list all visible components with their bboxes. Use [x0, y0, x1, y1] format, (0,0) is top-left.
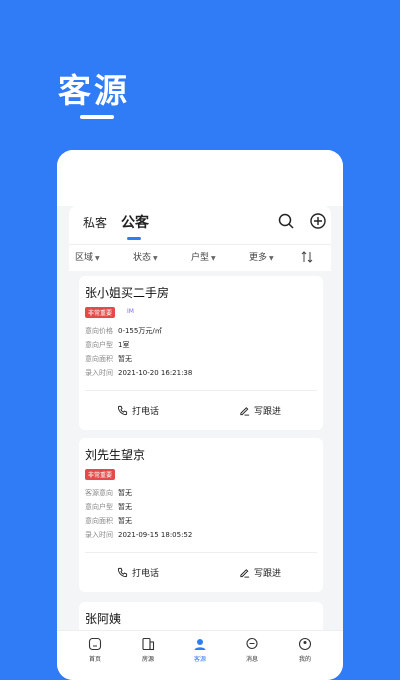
edit-icon: [240, 569, 250, 578]
user-icon: [194, 639, 206, 650]
row-label: 客源意向: [85, 489, 113, 497]
chevron-down-icon: ▼: [211, 255, 216, 262]
chat-icon: [246, 637, 258, 650]
chevron-down-icon: ▼: [95, 255, 100, 262]
row-value: 暂无: [118, 489, 132, 497]
card-row: 录入时间 2021-09-15 18:05:52: [85, 530, 192, 540]
tabbar-home[interactable]: 首页: [75, 637, 115, 663]
tabbar-customers[interactable]: 客源: [180, 637, 220, 663]
priority-tag: 非常重要: [85, 469, 116, 480]
row-label: 意向面积: [85, 355, 113, 363]
tab-indicator: [127, 237, 141, 240]
tab-private[interactable]: 私客: [83, 214, 107, 231]
customer-card[interactable]: 刘先生望京 非常重要 客源意向 暂无 意向户型 暂无 意向面积 暂无 录入时间 2021…: [79, 438, 323, 592]
card-divider: [85, 552, 317, 553]
row-label: 意向户型: [85, 503, 113, 511]
follow-up-button-label: 写跟进: [254, 569, 282, 579]
card-title: 刘先生望京: [85, 448, 146, 462]
card-row: 意向面积 暂无: [85, 516, 132, 526]
filter-area-label: 区域: [75, 253, 94, 263]
profile-icon: [298, 637, 312, 651]
tabbar-messages[interactable]: 消息: [232, 637, 272, 663]
call-button[interactable]: 打电话: [117, 404, 159, 417]
follow-up-button-label: 写跟进: [254, 407, 282, 417]
row-label: 意向户型: [85, 341, 113, 349]
tabbar-profile[interactable]: 我的: [285, 637, 325, 663]
search-icon[interactable]: [277, 212, 295, 230]
home-icon: [88, 637, 102, 651]
phone-icon: [117, 405, 128, 416]
call-button-label: 打电话: [132, 407, 160, 417]
card-title: 张阿姨: [85, 612, 122, 626]
filter-bar: 区域 ▼ 状态 ▼ 户型 ▼ 更多 ▼: [69, 244, 331, 271]
filter-status-label: 状态: [133, 253, 152, 263]
phone-icon: [117, 567, 128, 578]
call-button[interactable]: 打电话: [117, 566, 159, 579]
header: 私客 公客: [69, 206, 331, 244]
phone-frame: 私客 公客 区域 ▼ 状态 ▼ 户型 ▼ 更多 ▼ 张小姐买二手房 非常重要 IM 意向…: [57, 150, 343, 680]
card-title: 张小姐买二手房: [85, 286, 170, 300]
tabbar-home-label: 首页: [88, 656, 101, 663]
chevron-down-icon: ▼: [269, 255, 274, 262]
tabbar-listings[interactable]: 房源: [128, 637, 168, 663]
row-label: 录入时间: [85, 531, 113, 539]
row-label: 意向价格: [85, 327, 113, 335]
card-row: 意向价格 0-155万元/㎡: [85, 326, 162, 336]
filter-layout[interactable]: 户型 ▼: [191, 250, 216, 263]
row-label: 意向面积: [85, 517, 113, 525]
row-value: 2021-10-20 16:21:38: [118, 369, 193, 377]
row-value: 1室: [118, 341, 130, 349]
row-value: 暂无: [118, 503, 132, 511]
filter-status[interactable]: 状态 ▼: [133, 250, 158, 263]
card-row: 客源意向 暂无: [85, 488, 132, 498]
row-value: 暂无: [118, 517, 132, 525]
hero-title: 客源: [58, 71, 130, 110]
follow-up-button[interactable]: 写跟进: [239, 404, 281, 417]
follow-up-button[interactable]: 写跟进: [239, 566, 281, 579]
edit-icon: [240, 407, 250, 416]
tabbar-messages-label: 消息: [245, 656, 258, 663]
status-area: [57, 150, 343, 206]
filter-layout-label: 户型: [191, 253, 210, 263]
im-tag: IM: [127, 308, 134, 315]
building-icon: [142, 637, 155, 651]
card-row: 录入时间 2021-10-20 16:21:38: [85, 368, 192, 378]
card-row: 意向面积 暂无: [85, 354, 132, 364]
tabbar-profile-label: 我的: [298, 656, 311, 663]
card-row: 意向户型 暂无: [85, 502, 132, 512]
add-icon[interactable]: [309, 212, 327, 230]
tab-public[interactable]: 公客: [121, 212, 149, 232]
row-value: 0-155万元/㎡: [118, 327, 162, 335]
filter-more-label: 更多: [249, 253, 268, 263]
card-divider: [85, 390, 317, 391]
tabbar-customers-label: 客源: [193, 656, 206, 663]
filter-more[interactable]: 更多 ▼: [249, 250, 274, 263]
sort-icon[interactable]: [301, 251, 313, 263]
call-button-label: 打电话: [132, 569, 160, 579]
chevron-down-icon: ▼: [153, 255, 158, 262]
tabbar-listings-label: 房源: [141, 656, 154, 663]
priority-tag: 非常重要: [85, 307, 116, 318]
customer-card[interactable]: 张小姐买二手房 非常重要 IM 意向价格 0-155万元/㎡ 意向户型 1室 意向面…: [79, 276, 323, 430]
row-label: 录入时间: [85, 369, 113, 377]
bottom-tabbar: 首页 房源 客源 消息 我的: [57, 630, 343, 680]
card-row: 意向户型 1室: [85, 340, 129, 350]
hero-underline: [80, 115, 114, 119]
row-value: 2021-09-15 18:05:52: [118, 531, 193, 539]
filter-area[interactable]: 区域 ▼: [75, 250, 100, 263]
row-value: 暂无: [118, 355, 132, 363]
